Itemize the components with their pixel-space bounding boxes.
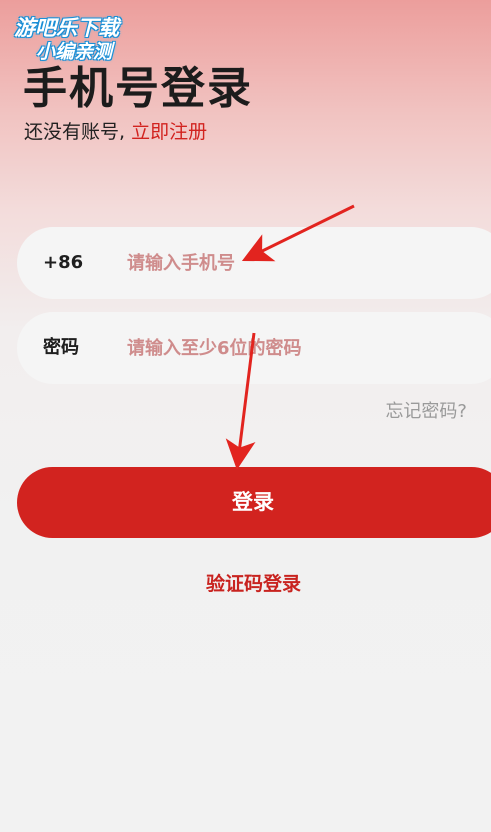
phone-input[interactable] [127, 245, 467, 281]
password-input[interactable] [127, 330, 467, 366]
password-field[interactable]: 密码 [17, 312, 491, 384]
register-prompt-text: 还没有账号, [24, 121, 126, 143]
country-code-prefix[interactable]: +86 [43, 227, 83, 299]
password-label: 密码 [43, 337, 79, 358]
register-prompt: 还没有账号, 立即注册 [24, 117, 207, 144]
page-title: 手机号登录 [23, 63, 253, 114]
forgot-password-link[interactable]: 忘记密码? [385, 397, 467, 423]
sms-code-login-link[interactable]: 验证码登录 [206, 569, 301, 596]
phone-field[interactable]: +86 [17, 227, 491, 299]
login-button-label: 登录 [232, 490, 274, 514]
register-link[interactable]: 立即注册 [131, 121, 207, 143]
login-button[interactable]: 登录 [17, 467, 491, 538]
